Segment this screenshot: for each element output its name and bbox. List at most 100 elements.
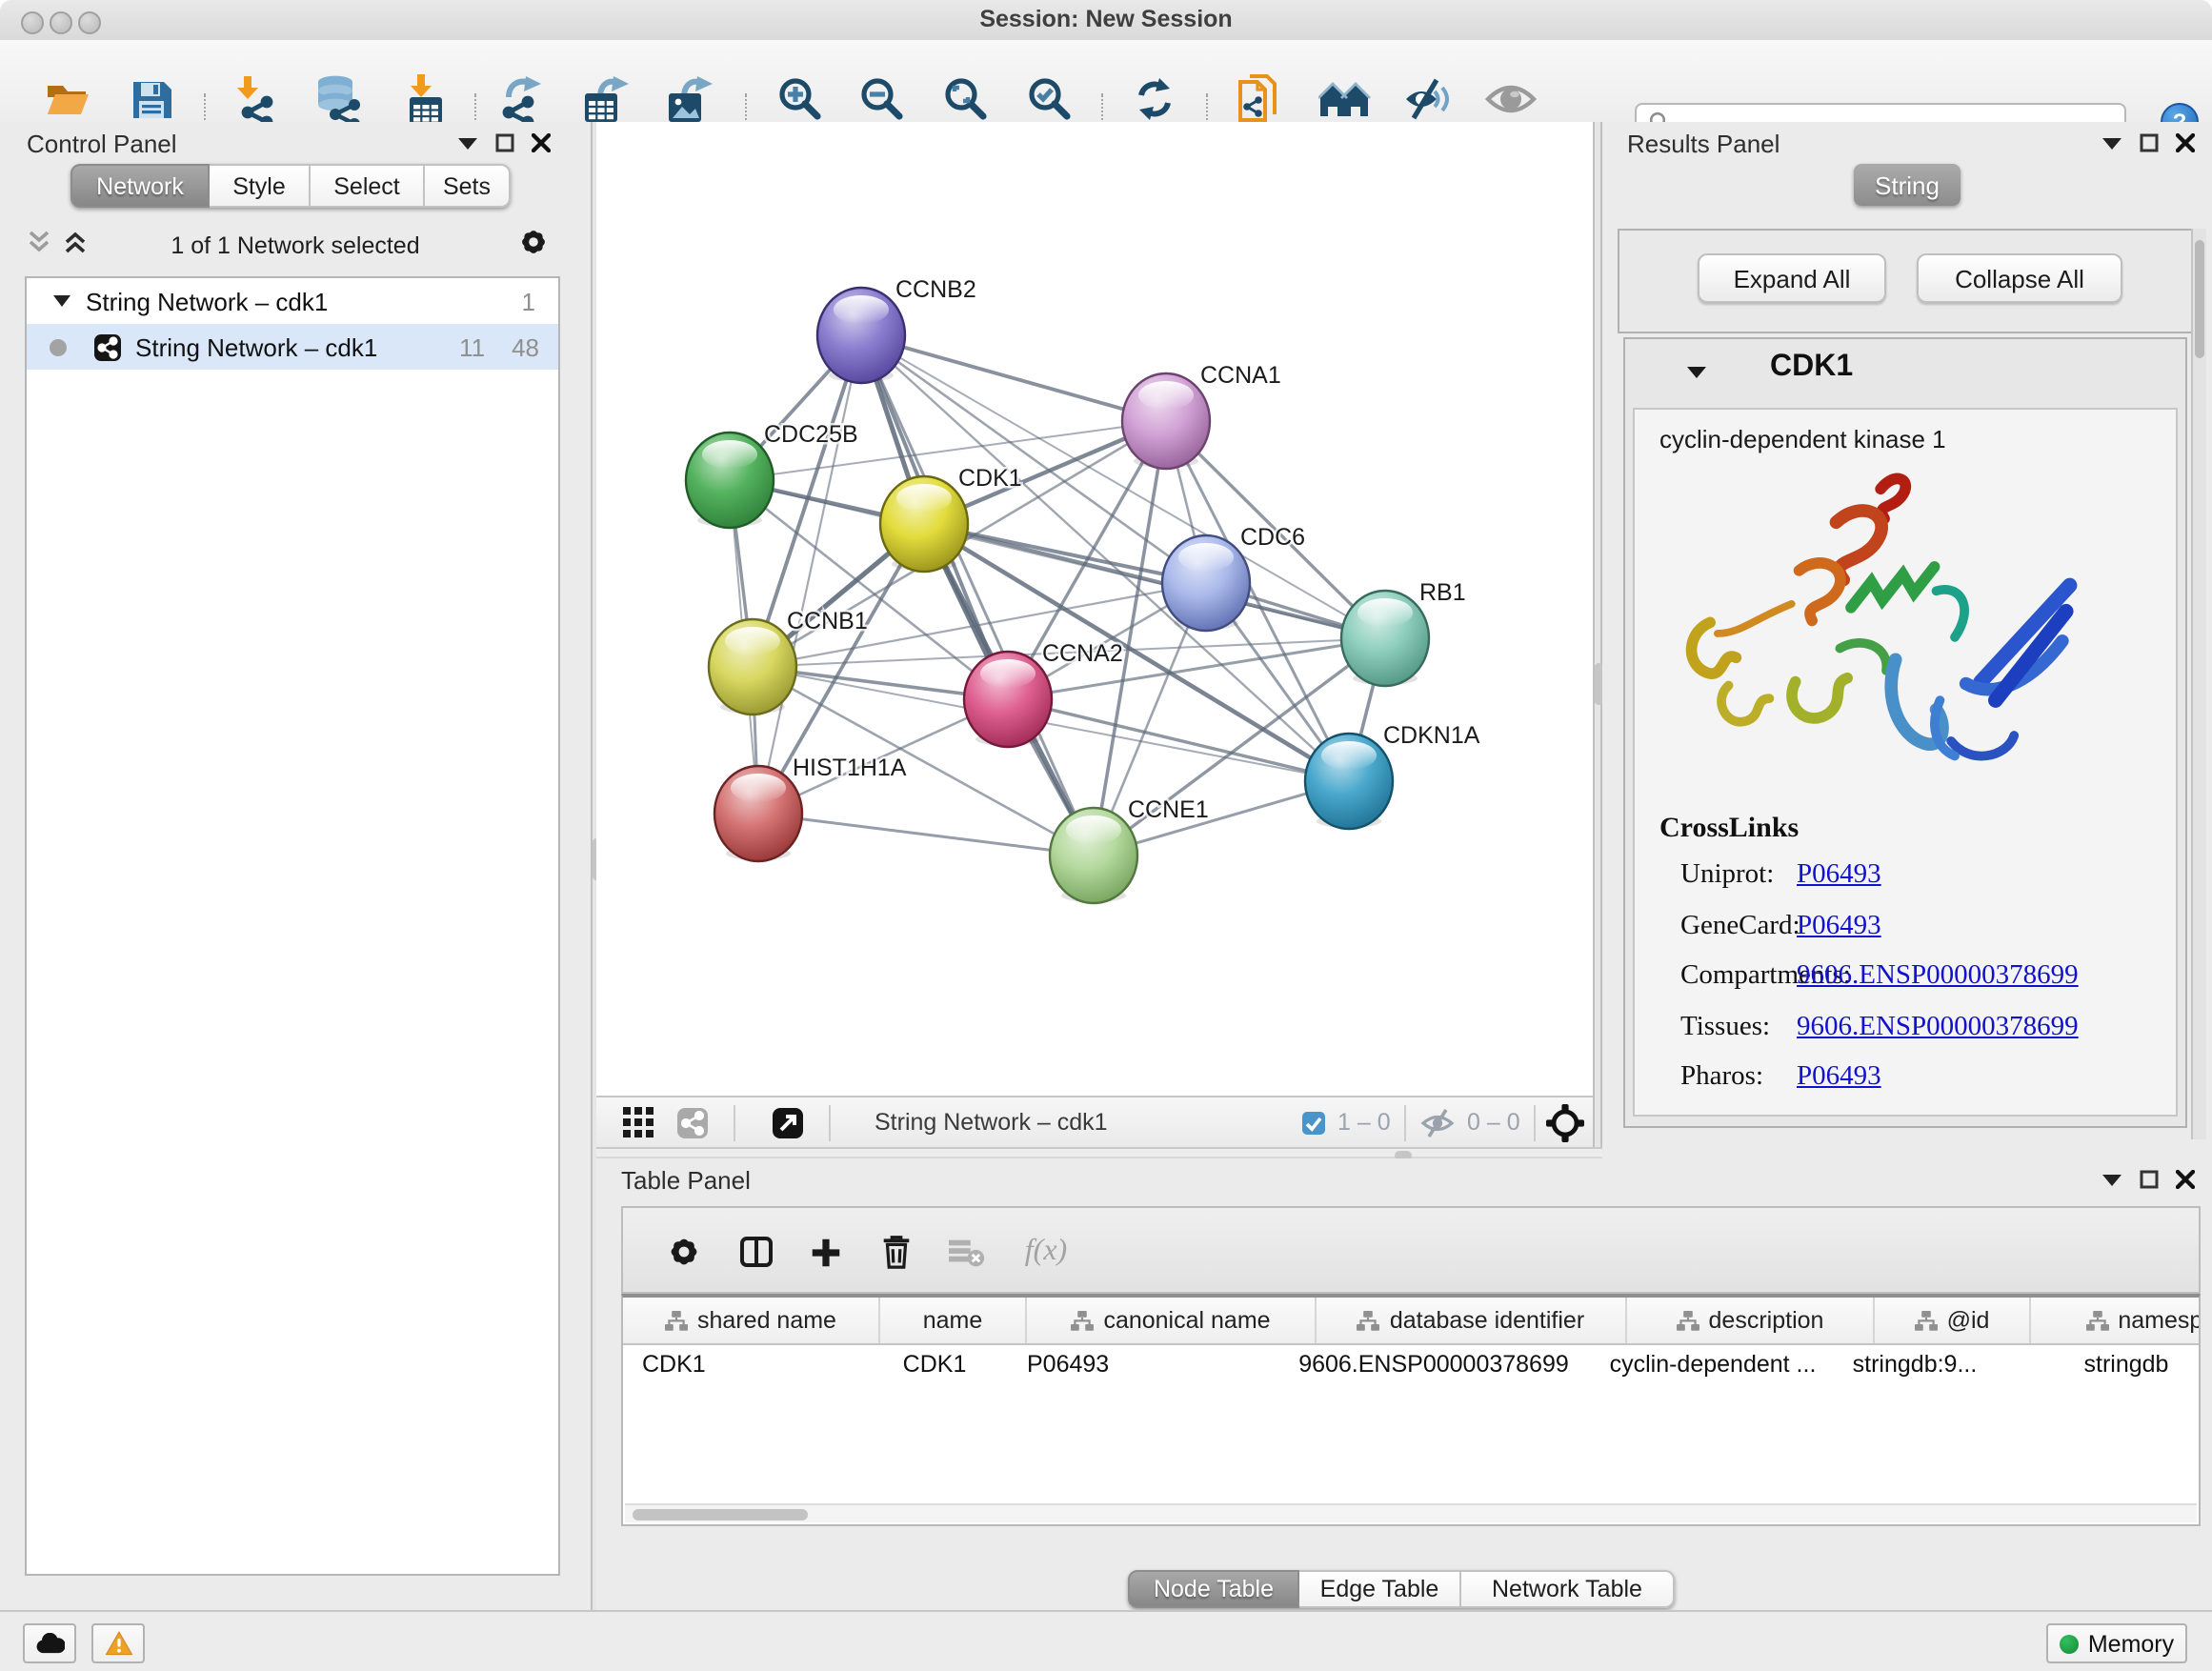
tab-sets[interactable]: Sets xyxy=(425,164,511,208)
network-graph[interactable]: CCNB2CCNA1CDC25BCDK1CDC6RB1CCNB1CCNA2CDK… xyxy=(596,122,1593,1096)
node-CCNE1[interactable] xyxy=(1050,808,1137,903)
tab-network[interactable]: Network xyxy=(70,164,210,208)
export-table-button[interactable] xyxy=(577,69,634,130)
crosslink-value-link[interactable]: P06493 xyxy=(1797,1061,1881,1092)
export-image-button[interactable] xyxy=(661,69,718,130)
control-panel: Control Panel NetworkStyleSelectSets 1 o… xyxy=(0,122,591,1610)
close-icon[interactable] xyxy=(532,133,551,152)
edge-HIST1H1A-CCNE1[interactable] xyxy=(758,814,1094,856)
node-CCNB2[interactable] xyxy=(817,288,905,383)
close-icon[interactable] xyxy=(2176,133,2195,152)
table-row[interactable]: CDK1CDK1P064939606.ENSP00000378699cyclin… xyxy=(623,1345,2199,1383)
column-label: @id xyxy=(1947,1307,1990,1334)
node-HIST1H1A[interactable] xyxy=(714,766,802,861)
cloud-status-button[interactable] xyxy=(23,1623,76,1663)
chevron-down-icon[interactable] xyxy=(2101,1173,2122,1186)
tab-network-table[interactable]: Network Table xyxy=(1461,1570,1675,1608)
collapse-all-button[interactable]: Collapse All xyxy=(1917,253,2122,303)
open-in-window-icon[interactable] xyxy=(772,1107,804,1139)
crosslink-value-link[interactable]: 9606.ENSP00000378699 xyxy=(1797,960,2079,991)
float-window-icon[interactable] xyxy=(2140,133,2159,152)
column-header-@id[interactable]: @id xyxy=(1875,1298,2031,1343)
function-builder-button[interactable]: f(x) xyxy=(1014,1231,1078,1273)
crosslink-value-link[interactable]: 9606.ENSP00000378699 xyxy=(1797,1011,2079,1041)
chevron-down-icon[interactable] xyxy=(457,136,478,150)
tab-edge-table[interactable]: Edge Table xyxy=(1299,1570,1461,1608)
right-divider-grip[interactable] xyxy=(1594,663,1601,705)
network-view-canvas[interactable]: CCNB2CCNA1CDC25BCDK1CDC6RB1CCNB1CCNA2CDK… xyxy=(596,122,1593,1096)
column-header-shared-name[interactable]: shared name xyxy=(623,1298,880,1343)
export-network-button[interactable] xyxy=(493,69,551,130)
table-scrollbar-thumb[interactable] xyxy=(633,1508,808,1520)
zoom-out-button[interactable] xyxy=(854,69,911,130)
delete-column-button[interactable] xyxy=(873,1231,918,1273)
node-CDK1[interactable] xyxy=(880,476,968,572)
zoom-in-button[interactable] xyxy=(772,69,829,130)
edge-CCNB2-HIST1H1A[interactable] xyxy=(758,335,861,814)
column-header-description[interactable]: description xyxy=(1627,1298,1875,1343)
node-CCNA2[interactable] xyxy=(964,652,1052,747)
tab-select[interactable]: Select xyxy=(311,164,425,208)
crosslink-value-link[interactable]: P06493 xyxy=(1797,859,1881,890)
zoom-fit-button[interactable] xyxy=(937,69,995,130)
selected-checkbox-icon[interactable] xyxy=(1301,1111,1326,1136)
results-scrollbar[interactable] xyxy=(2191,229,2206,1139)
float-window-icon[interactable] xyxy=(495,133,514,152)
home-button[interactable] xyxy=(1317,69,1374,130)
column-header-database-identifier[interactable]: database identifier xyxy=(1317,1298,1627,1343)
column-tree-icon xyxy=(1677,1310,1699,1331)
node-CDC25B[interactable] xyxy=(686,433,774,528)
tab-node-table[interactable]: Node Table xyxy=(1128,1570,1299,1608)
column-header-canonical-name[interactable]: canonical name xyxy=(1027,1298,1317,1343)
node-CCNB1[interactable] xyxy=(709,619,796,715)
network-collection-row[interactable]: String Network – cdk1 1 xyxy=(27,278,558,324)
network-row-selected[interactable]: String Network – cdk1 11 48 xyxy=(27,324,558,370)
node-RB1[interactable] xyxy=(1341,591,1429,686)
table-settings-button[interactable] xyxy=(661,1231,707,1273)
column-header-name[interactable]: name xyxy=(880,1298,1027,1343)
tree-expand-icon[interactable] xyxy=(53,295,70,307)
node-CDC6[interactable] xyxy=(1162,535,1250,631)
center-view-crosshair-icon[interactable] xyxy=(1545,1103,1585,1143)
save-session-button[interactable] xyxy=(122,69,179,130)
apply-layout-button[interactable] xyxy=(1126,69,1183,130)
expand-all-button[interactable]: Expand All xyxy=(1698,253,1886,303)
node-CCNA1[interactable] xyxy=(1122,373,1210,469)
tab-style[interactable]: Style xyxy=(210,164,311,208)
crosslink-value-link[interactable]: P06493 xyxy=(1797,910,1881,940)
table-horizontal-scrollbar[interactable] xyxy=(625,1503,2197,1522)
node-label-CCNA1: CCNA1 xyxy=(1200,362,1281,389)
node-CDKN1A[interactable] xyxy=(1305,734,1393,829)
node-table[interactable]: shared namenamecanonical namedatabase id… xyxy=(621,1294,2201,1526)
import-table-button[interactable] xyxy=(396,69,453,130)
memory-button[interactable]: Memory xyxy=(2046,1623,2187,1663)
delete-table-button[interactable] xyxy=(943,1231,989,1273)
float-window-icon[interactable] xyxy=(2140,1170,2159,1189)
results-tab-string[interactable]: String xyxy=(1854,164,1961,206)
results-scrollbar-thumb[interactable] xyxy=(2195,240,2204,358)
table-delete-icon xyxy=(947,1235,985,1269)
import-network-database-button[interactable] xyxy=(311,69,368,130)
share-network-button-icon[interactable] xyxy=(676,1107,709,1139)
network-edge-count: 48 xyxy=(512,332,539,361)
node-label-CCNA2: CCNA2 xyxy=(1042,640,1123,667)
close-icon[interactable] xyxy=(2176,1170,2195,1189)
gear-icon[interactable] xyxy=(518,227,549,257)
warning-status-button[interactable] xyxy=(91,1623,145,1663)
hide-panels-button[interactable] xyxy=(1398,69,1456,130)
show-panels-button[interactable] xyxy=(1482,69,1539,130)
open-session-button[interactable] xyxy=(38,69,95,130)
share-document-button[interactable] xyxy=(1231,69,1288,130)
netbar-separator xyxy=(829,1105,831,1141)
show-columns-button[interactable] xyxy=(734,1231,779,1273)
section-collapse-icon[interactable] xyxy=(1686,366,1707,379)
birds-eye-grid-icon[interactable] xyxy=(623,1107,654,1137)
right-panel-divider[interactable] xyxy=(1593,122,1602,1158)
zoom-selected-button[interactable] xyxy=(1021,69,1078,130)
create-column-button[interactable] xyxy=(802,1231,848,1273)
chevron-down-icon[interactable] xyxy=(2101,136,2122,150)
crosslink-label: Uniprot: xyxy=(1680,859,1797,892)
node-label-CDC25B: CDC25B xyxy=(764,421,858,448)
import-network-button[interactable] xyxy=(229,69,286,130)
column-header-namespace[interactable]: namespace xyxy=(2031,1298,2201,1343)
